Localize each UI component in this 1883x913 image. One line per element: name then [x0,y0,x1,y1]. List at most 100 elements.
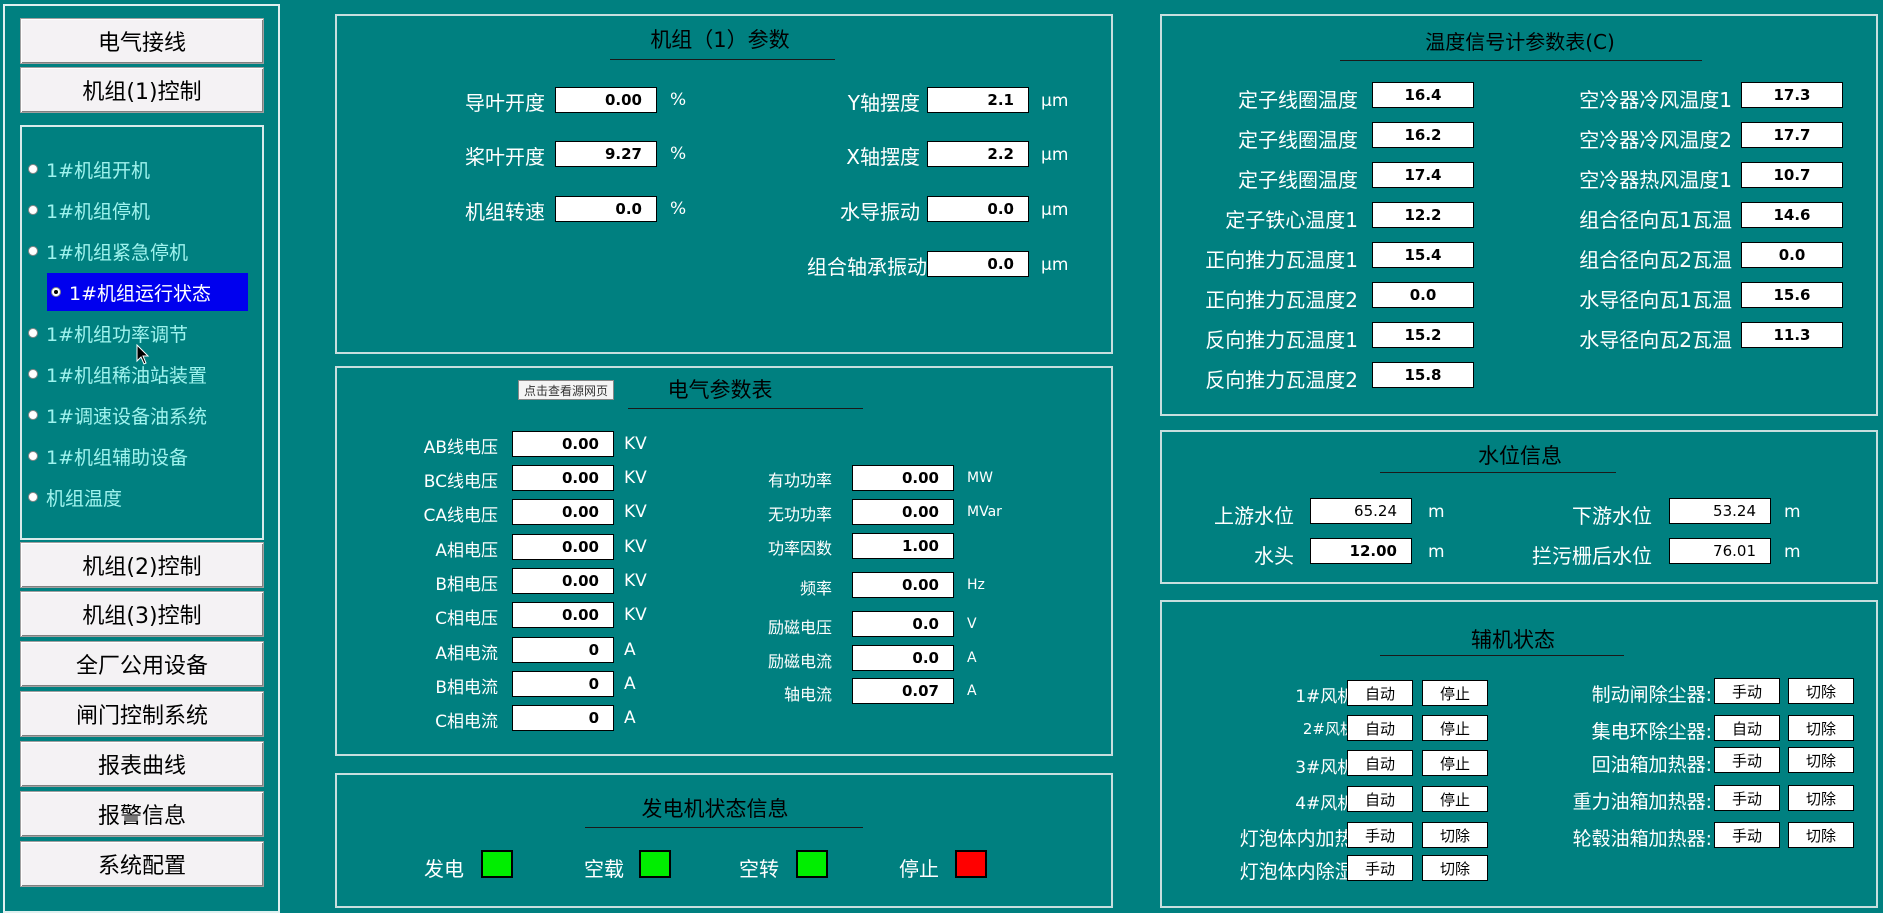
hub-oil-heater-mode-button[interactable]: 手动 [1714,822,1780,848]
title-underline [1380,655,1624,656]
submenu-item-unit-stop[interactable]: 1#机组停机 [24,191,224,229]
radio-icon [28,246,38,256]
elec-label: BC线电压 [423,472,498,492]
combined-radial-2-value: 0.0 [1741,242,1843,268]
fan4-mode-button[interactable]: 自动 [1347,786,1413,812]
elec-unit: A [624,674,636,694]
water-label: 上游水位 [1214,504,1294,528]
reverse-thrust-temp-1-value: 15.2 [1372,322,1474,348]
hub-oil-heater-state-button[interactable]: 切除 [1788,822,1854,848]
stator-coil-temp-2-value: 16.2 [1372,122,1474,148]
return-oil-heater-mode-button[interactable]: 手动 [1714,747,1780,773]
brake-dust-state-button[interactable]: 切除 [1788,678,1854,704]
bulb-heating-mode-button[interactable]: 手动 [1347,822,1413,848]
title-underline [610,59,835,60]
bulb-dehumidify-mode-button[interactable]: 手动 [1347,855,1413,881]
fan2-state-button[interactable]: 停止 [1422,715,1488,741]
nav-button-unit2-control[interactable]: 机组(2)控制 [20,542,264,588]
temp-label: 定子线圈温度 [1238,88,1358,112]
temp-label: 水导径向瓦1瓦温 [1579,288,1732,312]
unit-params-title: 机组（1）参数 [650,28,790,52]
elec-unit: A [967,683,977,699]
slip-ring-dust-mode-button[interactable]: 自动 [1714,715,1780,741]
nav-button-alarm-info[interactable]: 报警信息 [20,791,264,837]
stator-core-temp-value: 12.2 [1372,202,1474,228]
elec-unit: Hz [967,577,985,593]
view-source-tooltip[interactable]: 点击查看源网页 [518,380,614,400]
slip-ring-dust-state-button[interactable]: 切除 [1788,715,1854,741]
fan4-state-button[interactable]: 停止 [1422,786,1488,812]
gravity-oil-heater-mode-button[interactable]: 手动 [1714,785,1780,811]
radio-icon [28,451,38,461]
aux-label: 集电环除尘器: [1591,721,1712,743]
param-unit: % [670,144,687,164]
return-oil-heater-state-button[interactable]: 切除 [1788,747,1854,773]
aux-label: 灯泡体内加热: [1239,828,1360,850]
submenu-item-emergency-stop[interactable]: 1#机组紧急停机 [24,232,224,270]
elec-label: 功率因数 [767,539,832,558]
guide-vane-opening-value: 0.00 [555,87,657,113]
fan1-mode-button[interactable]: 自动 [1347,680,1413,706]
submenu-item-governor-oil[interactable]: 1#调速设备油系统 [24,396,224,434]
temperature-title: 温度信号计参数表(C) [1425,30,1615,54]
excitation-voltage-value: 0.0 [852,611,954,637]
elec-label: 无功功率 [767,505,832,524]
gravity-oil-heater-state-button[interactable]: 切除 [1788,785,1854,811]
aux-label: 重力油箱加热器: [1572,791,1712,813]
submenu-item-thin-oil-station[interactable]: 1#机组稀油站装置 [24,355,224,393]
submenu-item-auxiliary-equipment[interactable]: 1#机组辅助设备 [24,437,224,475]
fan1-state-button[interactable]: 停止 [1422,680,1488,706]
nav-button-unit1-control[interactable]: 机组(1)控制 [20,67,264,113]
a-phase-current-value: 0 [512,637,614,663]
param-unit: % [670,199,687,219]
bc-line-voltage-value: 0.00 [512,465,614,491]
submenu-item-unit-start[interactable]: 1#机组开机 [24,150,224,188]
elec-label: C相电流 [435,712,498,732]
c-phase-voltage-value: 0.00 [512,602,614,628]
temp-label: 定子线圈温度 [1238,168,1358,192]
fan2-mode-button[interactable]: 自动 [1347,715,1413,741]
nav-button-plant-common[interactable]: 全厂公用设备 [20,641,264,687]
b-phase-current-value: 0 [512,671,614,697]
radio-icon [28,492,38,502]
fan3-mode-button[interactable]: 自动 [1347,750,1413,776]
temp-label: 空冷器热风温度1 [1579,168,1732,192]
nav-button-system-config[interactable]: 系统配置 [20,841,264,887]
water-unit: m [1784,502,1801,522]
reverse-thrust-temp-2-value: 15.8 [1372,362,1474,388]
power-factor-value: 1.00 [852,533,954,559]
temp-label: 正向推力瓦温度2 [1205,288,1358,312]
blade-opening-value: 9.27 [555,141,657,167]
temp-label: 反向推力瓦温度2 [1205,368,1358,392]
fan3-state-button[interactable]: 停止 [1422,750,1488,776]
nav-button-electrical-wiring[interactable]: 电气接线 [20,18,264,64]
bulb-heating-state-button[interactable]: 切除 [1422,822,1488,848]
submenu-item-power-regulation[interactable]: 1#机组功率调节 [24,314,224,352]
submenu-item-run-status[interactable]: 1#机组运行状态 [47,273,248,311]
nav-button-report-curves[interactable]: 报表曲线 [20,741,264,787]
shaft-current-value: 0.07 [852,678,954,704]
radio-selected-icon [51,287,61,297]
radio-icon [28,164,38,174]
temp-label: 空冷器冷风温度1 [1579,88,1732,112]
elec-unit: V [967,616,977,632]
unit-params-panel [335,14,1113,354]
aux-label: 4#风机: [1295,794,1360,814]
trash-rack-level-value: 76.01 [1669,538,1771,564]
submenu-item-unit-temperature[interactable]: 机组温度 [24,478,224,516]
elec-label: B相电压 [435,575,498,595]
air-cooler-cold-1-value: 17.3 [1741,82,1843,108]
elec-label: 轴电流 [783,685,832,704]
water-unit: m [1784,542,1801,562]
status-label: 停止 [899,857,939,881]
elec-unit: A [624,708,636,728]
nav-button-unit3-control[interactable]: 机组(3)控制 [20,591,264,637]
bulb-dehumidify-state-button[interactable]: 切除 [1422,855,1488,881]
elec-label: C相电压 [435,609,498,629]
mouse-cursor-icon [136,344,150,365]
nav-button-gate-control[interactable]: 闸门控制系统 [20,691,264,737]
combined-radial-1-value: 14.6 [1741,202,1843,228]
elec-unit: KV [624,434,647,454]
temp-label: 反向推力瓦温度1 [1205,328,1358,352]
brake-dust-mode-button[interactable]: 手动 [1714,678,1780,704]
